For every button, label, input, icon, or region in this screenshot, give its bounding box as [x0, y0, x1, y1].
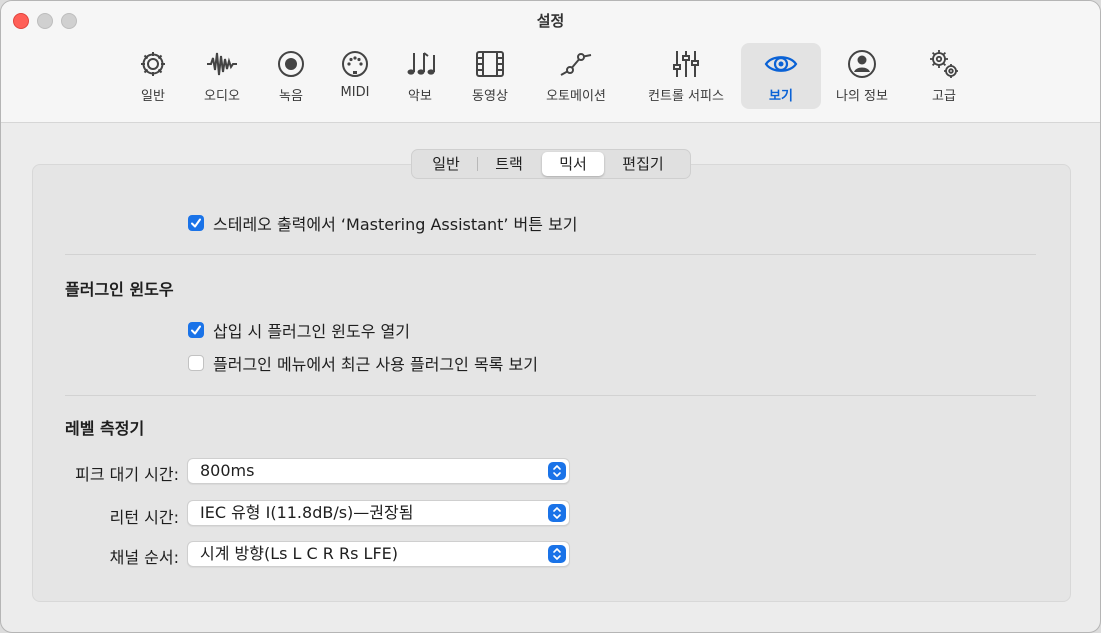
subtab-general[interactable]: 일반 [415, 152, 477, 176]
person-icon [845, 47, 879, 81]
sliders-icon [669, 47, 703, 81]
tab-automation[interactable]: 오토메이션 [536, 43, 616, 109]
toolbar: 설정 일반 오디오 녹음 MIDI 악보 동영상 오토메이션 컨트롤 서피스 보… [1, 1, 1100, 123]
channel-order-popup[interactable]: 시계 방향(Ls L C R Rs LFE) [187, 541, 570, 567]
peak-hold-popup[interactable]: 800ms [187, 458, 570, 484]
record-icon [274, 47, 308, 81]
subtab-mixer[interactable]: 믹서 [542, 152, 604, 176]
popup-arrows-icon [548, 462, 566, 480]
tab-label: MIDI [340, 85, 370, 100]
tab-label: 악보 [408, 89, 432, 104]
tab-general[interactable]: 일반 [113, 43, 193, 109]
subtab-control: 일반 트랙 믹서 편집기 [411, 149, 691, 179]
tab-label: 나의 정보 [836, 89, 888, 104]
tab-control-surfaces[interactable]: 컨트롤 서피스 [646, 43, 726, 109]
gear-icon [136, 47, 170, 81]
separator [65, 254, 1036, 255]
tab-score[interactable]: 악보 [380, 43, 460, 109]
tab-label: 고급 [932, 89, 956, 104]
channel-order-value: 시계 방향(Ls L C R Rs LFE) [200, 544, 399, 563]
tab-label: 보기 [769, 89, 793, 104]
open-on-insert-checkbox[interactable] [188, 322, 204, 338]
plugin-window-heading: 플러그인 윈도우 [65, 280, 174, 299]
subtab-editors[interactable]: 편집기 [604, 152, 682, 176]
tab-label: 컨트롤 서피스 [648, 89, 724, 104]
mastering-assistant-row[interactable]: 스테레오 출력에서 ‘Mastering Assistant’ 버튼 보기 [188, 211, 578, 235]
tab-audio[interactable]: 오디오 [182, 43, 262, 109]
recent-plugins-row[interactable]: 플러그인 메뉴에서 최근 사용 플러그인 목록 보기 [188, 351, 538, 375]
tab-label: 오디오 [204, 89, 240, 104]
tab-label: 동영상 [472, 89, 508, 104]
popup-arrows-icon [548, 545, 566, 563]
music-notes-icon [403, 47, 437, 81]
midi-port-icon [338, 47, 372, 81]
checkmark-icon [191, 218, 201, 228]
open-on-insert-label: 삽입 시 플러그인 윈도우 열기 [213, 322, 410, 341]
window-title: 설정 [536, 12, 565, 30]
automation-icon [559, 47, 593, 81]
popup-arrows-icon [548, 504, 566, 522]
return-time-value: IEC 유형 I(11.8dB/s)—권장됨 [200, 503, 414, 522]
subtab-tracks[interactable]: 트랙 [478, 152, 540, 176]
tab-label: 오토메이션 [546, 89, 606, 104]
separator [65, 395, 1036, 396]
peak-hold-label: 피크 대기 시간: [75, 465, 179, 484]
tab-label: 일반 [141, 89, 165, 104]
tab-advanced[interactable]: 고급 [904, 43, 984, 109]
recent-plugins-label: 플러그인 메뉴에서 최근 사용 플러그인 목록 보기 [213, 355, 538, 374]
mastering-assistant-label: 스테레오 출력에서 ‘Mastering Assistant’ 버튼 보기 [213, 215, 578, 234]
eye-icon [764, 47, 798, 81]
return-time-popup[interactable]: IEC 유형 I(11.8dB/s)—권장됨 [187, 500, 570, 526]
tab-label: 녹음 [279, 89, 303, 104]
open-on-insert-row[interactable]: 삽입 시 플러그인 윈도우 열기 [188, 318, 410, 342]
mastering-assistant-checkbox[interactable] [188, 215, 204, 231]
settings-window: 설정 일반 오디오 녹음 MIDI 악보 동영상 오토메이션 컨트롤 서피스 보… [0, 0, 1101, 633]
tab-view[interactable]: 보기 [741, 43, 821, 109]
tab-video[interactable]: 동영상 [450, 43, 530, 109]
tab-my-info[interactable]: 나의 정보 [822, 43, 902, 109]
peak-hold-value: 800ms [200, 461, 255, 480]
film-icon [473, 47, 507, 81]
channel-order-label: 채널 순서: [109, 548, 179, 567]
recent-plugins-checkbox[interactable] [188, 355, 204, 371]
level-meter-heading: 레벨 측정기 [65, 419, 145, 438]
checkmark-icon [191, 325, 201, 335]
gears-icon [927, 47, 961, 81]
waveform-icon [205, 47, 239, 81]
return-time-label: 리턴 시간: [109, 508, 179, 527]
